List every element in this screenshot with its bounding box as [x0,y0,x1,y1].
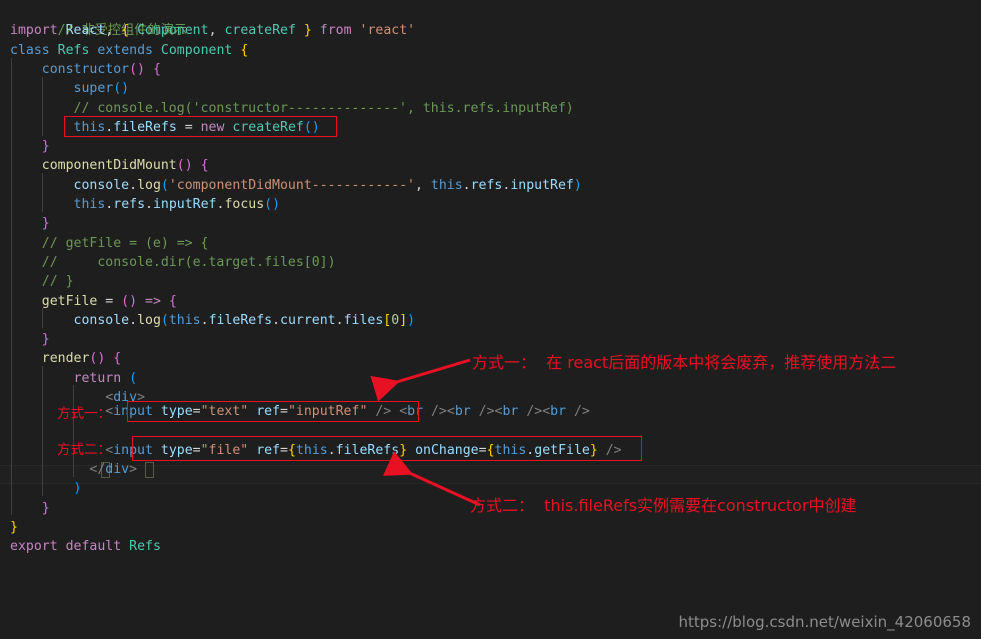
code-line: // console.dir(e.target.files[0]) [10,254,336,270]
annotation-note-two: 方式二： this.fileRefs实例需要在constructor中创建 [470,496,857,515]
code-line: componentDidMount() { [41,158,209,174]
code-line: console.log(this.fileRefs.current.files[… [73,312,416,328]
annotation-label-method-two: 方式二： [57,442,111,458]
code-line: render() { [41,351,122,367]
code-line: } [10,500,50,516]
code-line: // console.log('constructor-------------… [10,100,574,116]
code-line: } [10,332,50,348]
code-line: ) [73,481,82,497]
code-line: </div> [89,461,138,477]
code-line: console.log('componentDidMount----------… [73,177,582,193]
code-area[interactable]: // 非受控组件的演示 import React, { Component, c… [0,0,981,639]
code-line: import React, { Component, createRef } f… [10,23,416,39]
code-line: constructor() { [41,61,161,77]
code-line: class Refs extends Component { [10,42,249,58]
code-line: // } [10,274,74,290]
code-line: this.fileRefs = new createRef() [73,119,320,135]
code-line: // 非受控组件的演示 [10,2,187,38]
code-line: export default Refs [10,539,161,555]
annotation-note-one: 方式一： 在 react后面的版本中将会废弃，推荐使用方法二 [472,353,897,372]
watermark-url: https://blog.csdn.net/weixin_42060658 [678,613,971,631]
code-line: getFile = () => { [41,293,177,309]
code-line: } [10,216,50,232]
code-line: // getFile = (e) => { [10,235,209,251]
code-line: super() [73,81,130,97]
code-editor-screenshot: // 非受控组件的演示 import React, { Component, c… [0,0,981,639]
code-line: return ( [73,370,138,386]
code-line: } [10,519,18,535]
annotation-label-method-one: 方式一： [57,406,111,422]
code-line: } [10,139,50,155]
code-line: this.refs.inputRef.focus() [73,197,281,212]
